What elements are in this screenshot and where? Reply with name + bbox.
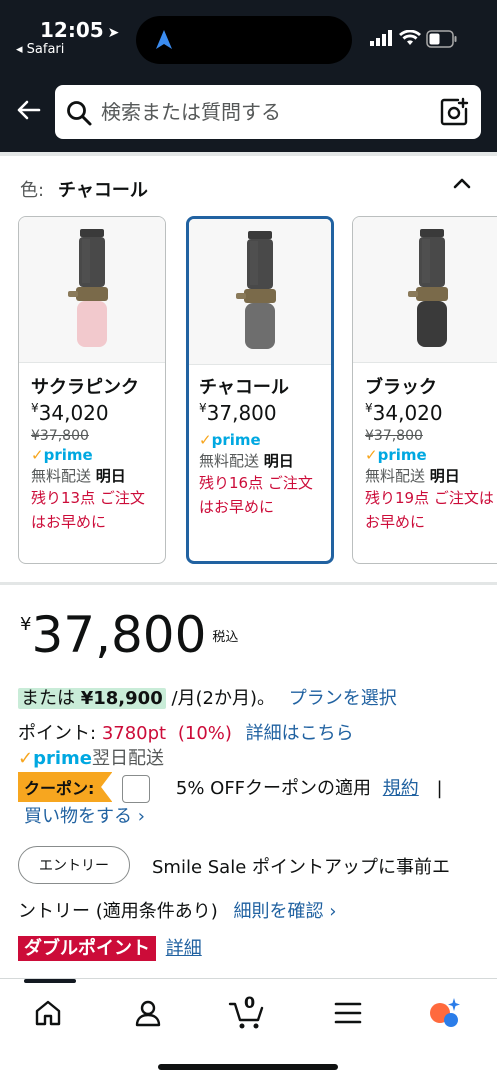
price-amount: 37,800 (31, 606, 207, 664)
search-input[interactable] (101, 93, 421, 131)
juicer-body (245, 302, 275, 349)
home-indicator (158, 1064, 338, 1070)
points-percent: (10%) (177, 723, 232, 744)
variant-price: ¥34,020 (31, 401, 109, 425)
installment-badge: または ¥18,900 (18, 688, 166, 709)
nav-home[interactable] (28, 993, 68, 1033)
coupon-row: クーポン: 5% OFFクーポンの適用 規約 | (18, 772, 443, 803)
juicer-body (417, 300, 447, 347)
coupon-separator: | (436, 778, 443, 799)
juicer-image (236, 230, 276, 349)
cart-count: 0 (244, 993, 256, 1012)
variant-name: サクラピンク (31, 377, 139, 398)
shipping-info: 無料配送 明日 (365, 467, 460, 485)
variant-name: チャコール (199, 377, 289, 398)
double-point-details-link[interactable]: 詳細 (166, 938, 202, 959)
nav-cart[interactable]: 0 (228, 993, 268, 1033)
navigation-arrow-icon (156, 30, 172, 49)
entry-button[interactable]: エントリー (18, 846, 130, 884)
variant-card-sakura-pink[interactable]: サクラピンク ¥34,020 ¥37,800 ✓prime 無料配送 明日 残り… (18, 216, 166, 564)
juicer-image (68, 228, 108, 347)
juicer-image (408, 228, 448, 347)
entry-text-line1: Smile Sale ポイントアップに事前エ (152, 857, 451, 878)
search-box[interactable] (55, 85, 481, 139)
points-value: 3780pt (101, 723, 167, 744)
prime-badge: ✓prime (31, 446, 93, 464)
camera-search-icon[interactable] (439, 97, 469, 127)
juicer-body (77, 300, 107, 347)
variant-price: ¥34,020 (365, 401, 443, 425)
cellular-signal-icon (370, 30, 392, 46)
prime-logo: prime (33, 748, 92, 769)
nav-account[interactable] (128, 993, 168, 1033)
coupon-badge: クーポン: (18, 772, 113, 802)
prime-delivery-text: 翌日配送 (92, 748, 164, 769)
variant-card-charcoal[interactable]: チャコール ¥37,800 ✓prime 無料配送 明日 残り16点 ご注文はお… (186, 216, 334, 564)
coupon-checkbox[interactable] (122, 775, 151, 803)
search-icon (67, 101, 92, 126)
points-label: ポイント: (18, 723, 97, 744)
shipping-info: 無料配送 明日 (31, 467, 126, 485)
active-tab-indicator (24, 979, 76, 983)
nav-menu[interactable] (328, 993, 368, 1033)
entry-rules-link[interactable]: 細則を確認 › (234, 901, 337, 922)
double-point-row: ダブルポイント 詳細 (18, 934, 202, 961)
home-icon (35, 1000, 61, 1026)
product-image (19, 217, 165, 363)
coupon-shop-link[interactable]: 買い物をする › (24, 806, 145, 827)
battery-icon (426, 30, 457, 48)
main-price: ¥37,800 税込 (20, 606, 239, 664)
nav-rufus[interactable] (424, 993, 464, 1033)
chevron-up-icon[interactable] (450, 172, 474, 196)
back-arrow-icon (17, 100, 41, 120)
back-to-safari-link[interactable]: ◂ Safari (16, 42, 64, 57)
coupon-shop-row: 買い物をする › (24, 802, 145, 828)
double-point-badge: ダブルポイント (18, 936, 156, 961)
status-time: 12:05 ➤ (40, 18, 120, 42)
location-arrow-icon: ➤ (107, 25, 120, 41)
prime-badge: ✓prime (365, 446, 427, 464)
color-selector-header: 色: チャコール (0, 152, 497, 212)
variant-card-black[interactable]: ブラック ¥34,020 ¥37,800 ✓prime 無料配送 明日 残り19… (352, 216, 497, 564)
installment-suffix: /月(2か月)。 (171, 688, 276, 709)
coupon-terms-link[interactable]: 規約 (383, 778, 419, 799)
ai-assistant-icon (430, 998, 460, 1027)
variant-list-price: ¥37,800 (365, 428, 423, 444)
search-header (0, 72, 497, 152)
stock-warning: 残り16点 ご注文はお早めに (199, 474, 313, 516)
back-button[interactable] (10, 92, 46, 128)
shipping-info: 無料配送 明日 (199, 452, 294, 470)
variant-list-price: ¥37,800 (31, 428, 89, 444)
product-image (353, 217, 497, 363)
entry-text-line2: ントリー (適用条件あり) 細則を確認 › (18, 901, 337, 922)
dynamic-island (136, 16, 352, 64)
stock-warning: 残り13点 ご注文はお早めに (31, 489, 145, 531)
color-label: 色: (20, 180, 45, 201)
wifi-icon (399, 30, 421, 45)
product-image (189, 219, 331, 365)
status-bar: 12:05 ➤ ◂ Safari (0, 0, 497, 72)
section-divider (0, 582, 497, 585)
variant-name: ブラック (365, 377, 437, 398)
coupon-text: 5% OFFクーポンの適用 (175, 778, 372, 799)
selected-color: チャコール (58, 180, 148, 201)
variant-price: ¥37,800 (199, 401, 277, 425)
stock-warning: 残り19点 ご注文はお早めに (365, 489, 494, 531)
select-plan-link[interactable]: プランを選択 (289, 688, 397, 709)
hamburger-menu-icon (334, 1002, 362, 1024)
installment-row: または ¥18,900 /月(2か月)。 プランを選択 (18, 684, 397, 710)
points-details-link[interactable]: 詳細はこちら (246, 723, 354, 744)
points-row: ポイント: 3780pt (10%) 詳細はこちら (18, 719, 354, 745)
user-icon (135, 1000, 161, 1027)
prime-delivery-row: ✓prime翌日配送 (18, 744, 164, 770)
prime-check-icon: ✓ (18, 748, 34, 769)
prime-badge: ✓prime (199, 431, 261, 449)
tax-note: 税込 (212, 630, 239, 645)
